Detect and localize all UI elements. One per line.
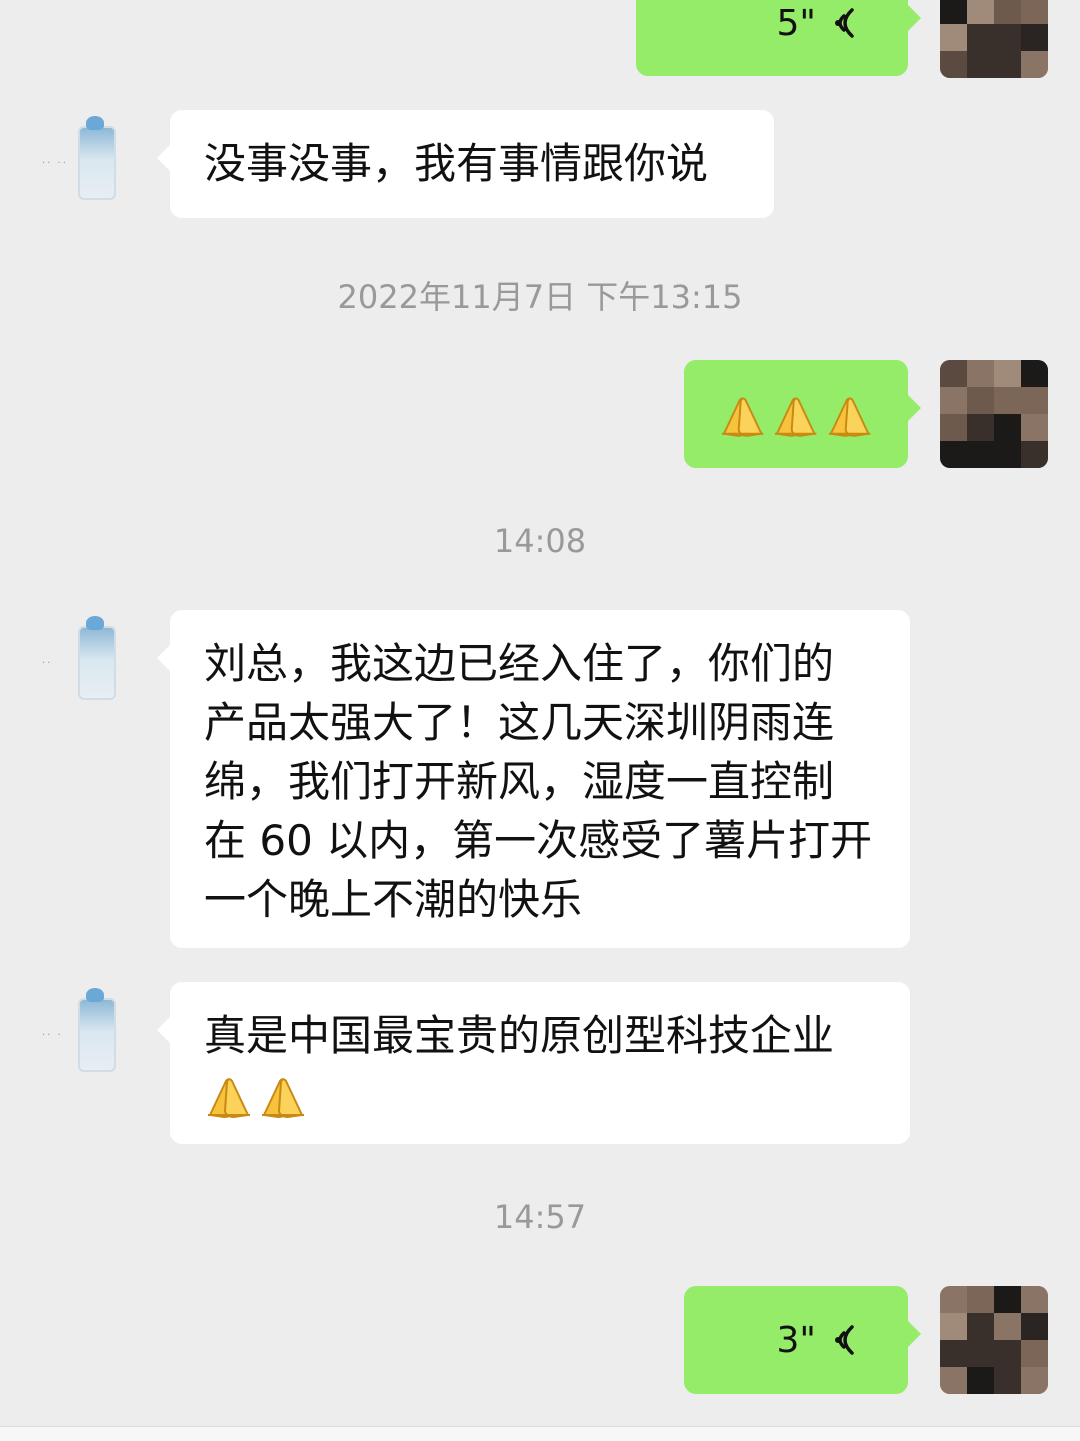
voice-wave-icon bbox=[830, 4, 860, 42]
my-avatar[interactable] bbox=[940, 1286, 1048, 1394]
message-text: 刘总，我这边已经入住了，你们的 产品太强大了！这几天深圳阴雨连 绵，我们打开新风… bbox=[170, 610, 910, 953]
message-line: 真是中国最宝贵的原创型科技企业 bbox=[204, 1011, 835, 1060]
message-text: 真是中国最宝贵的原创型科技企业 bbox=[170, 982, 910, 1145]
pray-emoji-icon bbox=[721, 397, 764, 437]
water-bottle-icon bbox=[78, 116, 116, 200]
pray-emoji-icon bbox=[208, 1078, 250, 1119]
input-bar-edge bbox=[0, 1426, 1080, 1441]
my-avatar[interactable] bbox=[940, 0, 1048, 78]
text-message-bubble[interactable]: 刘总，我这边已经入住了，你们的 产品太强大了！这几天深圳阴雨连 绵，我们打开新风… bbox=[157, 610, 910, 948]
timestamp: 14:57 bbox=[493, 1198, 587, 1236]
voice-message-bubble[interactable]: 3" bbox=[684, 1286, 921, 1394]
emoji-row bbox=[204, 1071, 876, 1121]
emoji-row bbox=[684, 360, 908, 470]
message-text: 没事没事，我有事情跟你说 bbox=[204, 139, 709, 188]
peer-avatar[interactable]: ·· bbox=[40, 610, 148, 718]
voice-message: 5" bbox=[777, 0, 860, 76]
pray-emoji-icon bbox=[775, 397, 817, 437]
pray-emoji-icon bbox=[262, 1078, 304, 1119]
water-bottle-icon bbox=[78, 616, 116, 700]
message-line: 一个晚上不潮的快乐 bbox=[204, 875, 583, 924]
peer-avatar[interactable]: ·· · bbox=[40, 982, 148, 1090]
timestamp: 14:08 bbox=[493, 522, 587, 560]
emoji-message-bubble[interactable] bbox=[684, 360, 921, 470]
chat-area: 5" ·· ·· 没事没事，我有事情跟你说 2022年11月7日 下午13:15… bbox=[0, 0, 1080, 1441]
message-line: 产品太强大了！这几天深圳阴雨连 bbox=[204, 698, 835, 747]
message-line: 绵，我们打开新风，湿度一直控制 bbox=[204, 757, 835, 806]
voice-wave-icon bbox=[830, 1321, 860, 1359]
message-line: 刘总，我这边已经入住了，你们的 bbox=[204, 639, 835, 688]
timestamp: 2022年11月7日 下午13:15 bbox=[337, 278, 743, 316]
peer-avatar[interactable]: ·· ·· bbox=[40, 110, 148, 218]
text-message-bubble[interactable]: 真是中国最宝贵的原创型科技企业 bbox=[157, 982, 910, 1145]
voice-message: 3" bbox=[777, 1286, 860, 1394]
my-avatar[interactable] bbox=[940, 360, 1048, 468]
message-line: 在 60 以内，第一次感受了薯片打开 bbox=[204, 816, 873, 865]
voice-duration: 3" bbox=[776, 1319, 816, 1361]
voice-duration: 5" bbox=[776, 2, 816, 44]
voice-message-bubble[interactable]: 5" bbox=[636, 0, 921, 76]
water-bottle-icon bbox=[78, 988, 116, 1072]
text-message-bubble[interactable]: 没事没事，我有事情跟你说 bbox=[157, 110, 774, 218]
pray-emoji-icon bbox=[828, 397, 871, 437]
